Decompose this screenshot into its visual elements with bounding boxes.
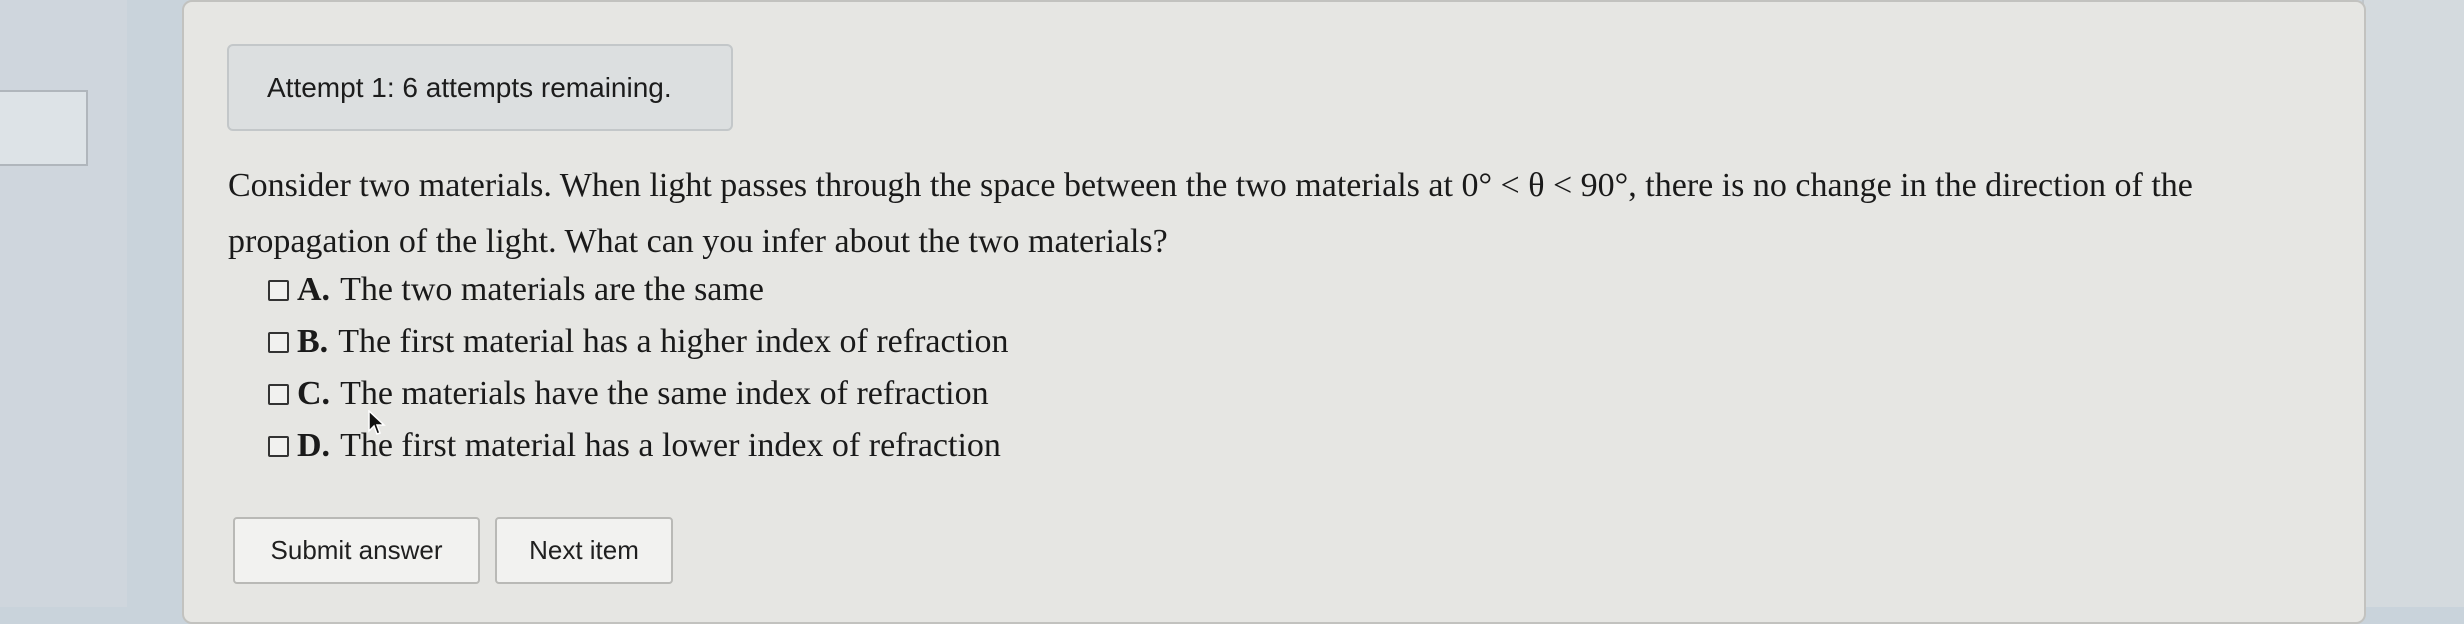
checkbox-icon[interactable] <box>268 435 289 457</box>
choice-b[interactable]: B. The first material has a higher index… <box>268 316 1008 368</box>
choice-a[interactable]: A. The two materials are the same <box>268 264 1008 316</box>
choice-letter: D. <box>297 427 331 464</box>
choice-text: The two materials are the same <box>340 271 764 308</box>
checkbox-icon[interactable] <box>268 331 289 353</box>
question-math: 0° < θ < 90° <box>1461 167 1629 204</box>
submit-answer-button[interactable]: Submit answer <box>233 517 480 584</box>
choice-letter: B. <box>297 323 329 360</box>
choice-letter: C. <box>297 375 331 412</box>
question-text: Consider two materials. When light passe… <box>228 158 2348 270</box>
choice-text: The first material has a lower index of … <box>340 427 1001 464</box>
attempt-status-text: Attempt 1: 6 attempts remaining. <box>267 71 672 103</box>
attempt-status-box: Attempt 1: 6 attempts remaining. <box>227 44 733 131</box>
checkbox-icon[interactable] <box>268 279 289 301</box>
choice-text: The first material has a higher index of… <box>338 323 1009 360</box>
answer-choices: A. The two materials are the same B. The… <box>268 264 1008 472</box>
next-item-button[interactable]: Next item <box>495 517 673 584</box>
right-sidebar <box>2362 0 2464 607</box>
choice-letter: A. <box>297 271 331 308</box>
question-text-part-1: Consider two materials. When light passe… <box>228 167 1462 204</box>
choice-text: The materials have the same index of ref… <box>340 375 989 412</box>
mouse-pointer-icon <box>368 410 386 435</box>
left-sidebar <box>0 0 127 607</box>
sidebar-box[interactable] <box>0 90 88 166</box>
checkbox-icon[interactable] <box>268 383 289 405</box>
